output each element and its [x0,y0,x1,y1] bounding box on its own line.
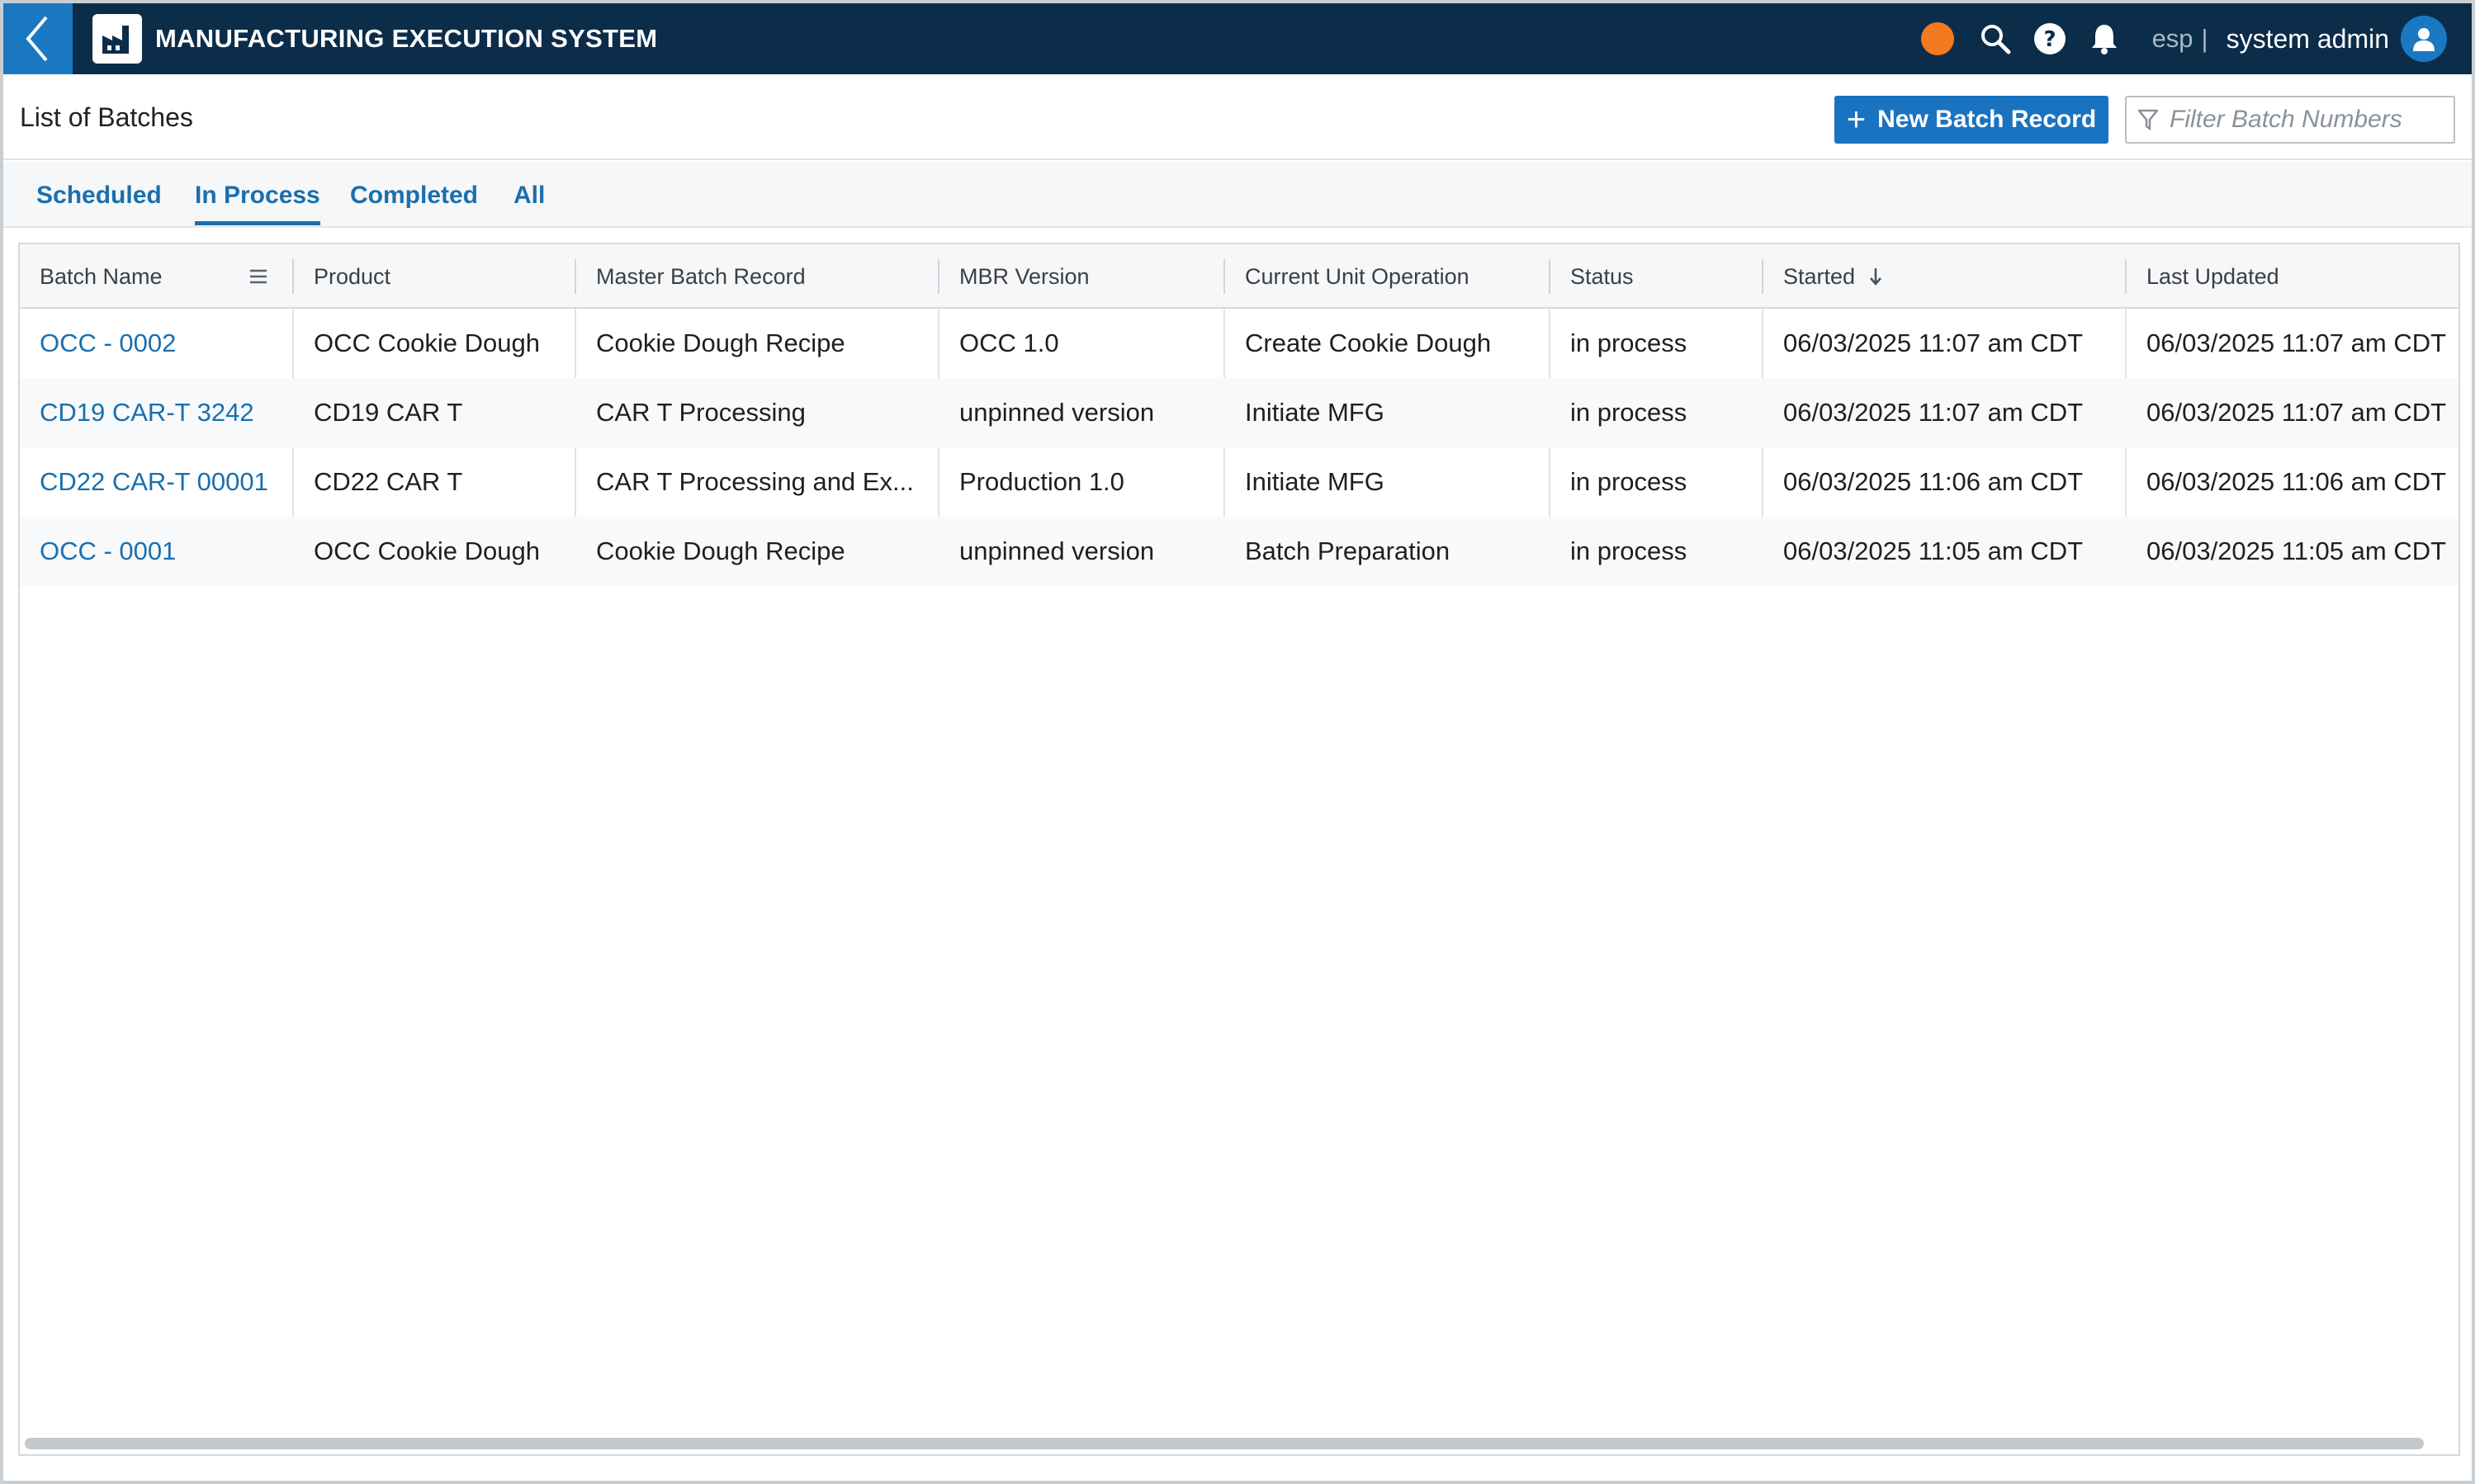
app-window: MANUFACTURING EXECUTION SYSTEM ? esp | s… [0,0,2475,1484]
status-cell: in process [1570,467,1687,496]
table-row[interactable]: OCC - 0002 OCC Cookie Dough Cookie Dough… [20,309,2458,378]
new-batch-record-button[interactable]: + New Batch Record [1834,96,2108,144]
arrow-down-icon [1870,268,1882,286]
new-batch-record-label: New Batch Record [1877,106,2097,133]
mbr-version-cell: OCC 1.0 [959,328,1059,357]
status-cell: in process [1570,536,1687,565]
avatar[interactable] [2401,16,2447,62]
tab-in-process[interactable]: In Process [195,182,320,225]
status-cell: in process [1570,328,1687,357]
tab-scheduled[interactable]: Scheduled [36,182,162,221]
batch-name-link[interactable]: OCC - 0002 [20,309,292,378]
started-cell: 06/03/2025 11:06 am CDT [1783,467,2084,496]
table-row[interactable]: OCC - 0001 OCC Cookie Dough Cookie Dough… [20,517,2458,586]
column-header-label: MBR Version [959,263,1090,289]
user-icon [2413,28,2435,51]
last-updated-cell: 06/03/2025 11:06 am CDT [2146,467,2447,496]
column-header-label: Product [314,263,391,289]
notifications-button[interactable] [2086,21,2122,57]
column-header-status[interactable]: Status [1550,244,1762,309]
top-bar: MANUFACTURING EXECUTION SYSTEM ? esp | s… [3,3,2472,74]
batch-name-link[interactable]: OCC - 0001 [20,517,292,586]
master-batch-record-cell: Cookie Dough Recipe [596,328,845,357]
product-cell: OCC Cookie Dough [314,328,540,357]
filter-field[interactable] [2125,96,2455,144]
unit-operation-cell: Batch Preparation [1245,536,1450,565]
column-header-mbr-version[interactable]: MBR Version [939,244,1223,309]
unit-operation-cell: Create Cookie Dough [1245,328,1492,357]
last-updated-cell: 06/03/2025 11:07 am CDT [2146,328,2447,357]
tab-all[interactable]: All [513,182,545,221]
batch-name-link[interactable]: CD22 CAR-T 00001 [20,447,292,517]
separator: | [2201,24,2208,53]
column-header-label: Master Batch Record [596,263,806,289]
last-updated-cell: 06/03/2025 11:05 am CDT [2146,536,2447,565]
filter-batch-input[interactable] [2170,106,2434,134]
search-button[interactable] [1977,21,2014,57]
mbr-version-cell: unpinned version [959,536,1155,565]
column-header-started[interactable]: Started [1763,244,2125,309]
tab-completed[interactable]: Completed [350,182,478,221]
started-cell: 06/03/2025 11:07 am CDT [1783,398,2084,427]
mbr-version-cell: Production 1.0 [959,467,1124,496]
master-batch-record-cell: Cookie Dough Recipe [596,536,845,565]
chevron-left-icon [26,16,48,62]
bell-icon [2091,25,2117,54]
status-indicator[interactable] [1920,22,1954,55]
help-button[interactable]: ? [2032,21,2068,57]
master-batch-record-cell: CAR T Processing [596,398,806,427]
factory-icon [102,26,129,54]
language-label[interactable]: esp [2152,24,2193,54]
column-header-last-updated[interactable]: Last Updated [2127,244,2458,309]
mbr-version-cell: unpinned version [959,398,1155,427]
batch-name-link[interactable]: CD19 CAR-T 3242 [20,378,292,447]
product-cell: CD22 CAR T [314,467,463,496]
column-header-current-unit-operation[interactable]: Current Unit Operation [1225,244,1549,309]
unit-operation-cell: Initiate MFG [1245,467,1384,496]
master-batch-record-cell: CAR T Processing and Ex... [596,467,914,496]
column-menu-button[interactable] [244,262,272,291]
column-header-label: Started [1783,263,1856,289]
column-header-label: Last Updated [2146,263,2279,289]
user-name[interactable]: system admin [2227,24,2389,54]
tab-bar: Scheduled In Process Completed All [3,162,2472,228]
unit-operation-cell: Initiate MFG [1245,398,1384,427]
svg-text:?: ? [2043,27,2056,52]
column-header-label: Batch Name [40,263,163,289]
column-header-label: Current Unit Operation [1245,263,1469,289]
app-title: MANUFACTURING EXECUTION SYSTEM [155,24,658,53]
table-header: Batch Name Product Master Batch Record M… [20,244,2458,309]
last-updated-cell: 06/03/2025 11:07 am CDT [2146,398,2447,427]
batches-table: Batch Name Product Master Batch Record M… [18,243,2460,1456]
filter-icon [2138,109,2158,130]
sort-descending-button[interactable] [1868,267,1883,286]
menu-icon [250,269,267,284]
column-header-product[interactable]: Product [294,244,575,309]
table-row[interactable]: CD19 CAR-T 3242 CD19 CAR T CAR T Process… [20,378,2458,447]
horizontal-scrollbar[interactable] [25,1438,2424,1449]
help-icon: ? [2033,23,2066,54]
product-cell: OCC Cookie Dough [314,536,540,565]
product-cell: CD19 CAR T [314,398,463,427]
page-header: List of Batches + New Batch Record [3,74,2472,160]
started-cell: 06/03/2025 11:05 am CDT [1783,536,2084,565]
column-header-label: Status [1570,263,1634,289]
column-header-master-batch-record[interactable]: Master Batch Record [576,244,939,309]
top-right-controls: ? esp | system admin [1920,3,2447,74]
back-button[interactable] [3,3,73,74]
started-cell: 06/03/2025 11:07 am CDT [1783,328,2084,357]
app-logo [92,14,142,64]
page-title: List of Batches [20,102,193,132]
table-row[interactable]: CD22 CAR-T 00001 CD22 CAR T CAR T Proces… [20,447,2458,517]
plus-icon: + [1846,102,1867,138]
search-icon [1980,25,2011,54]
status-cell: in process [1570,398,1687,427]
